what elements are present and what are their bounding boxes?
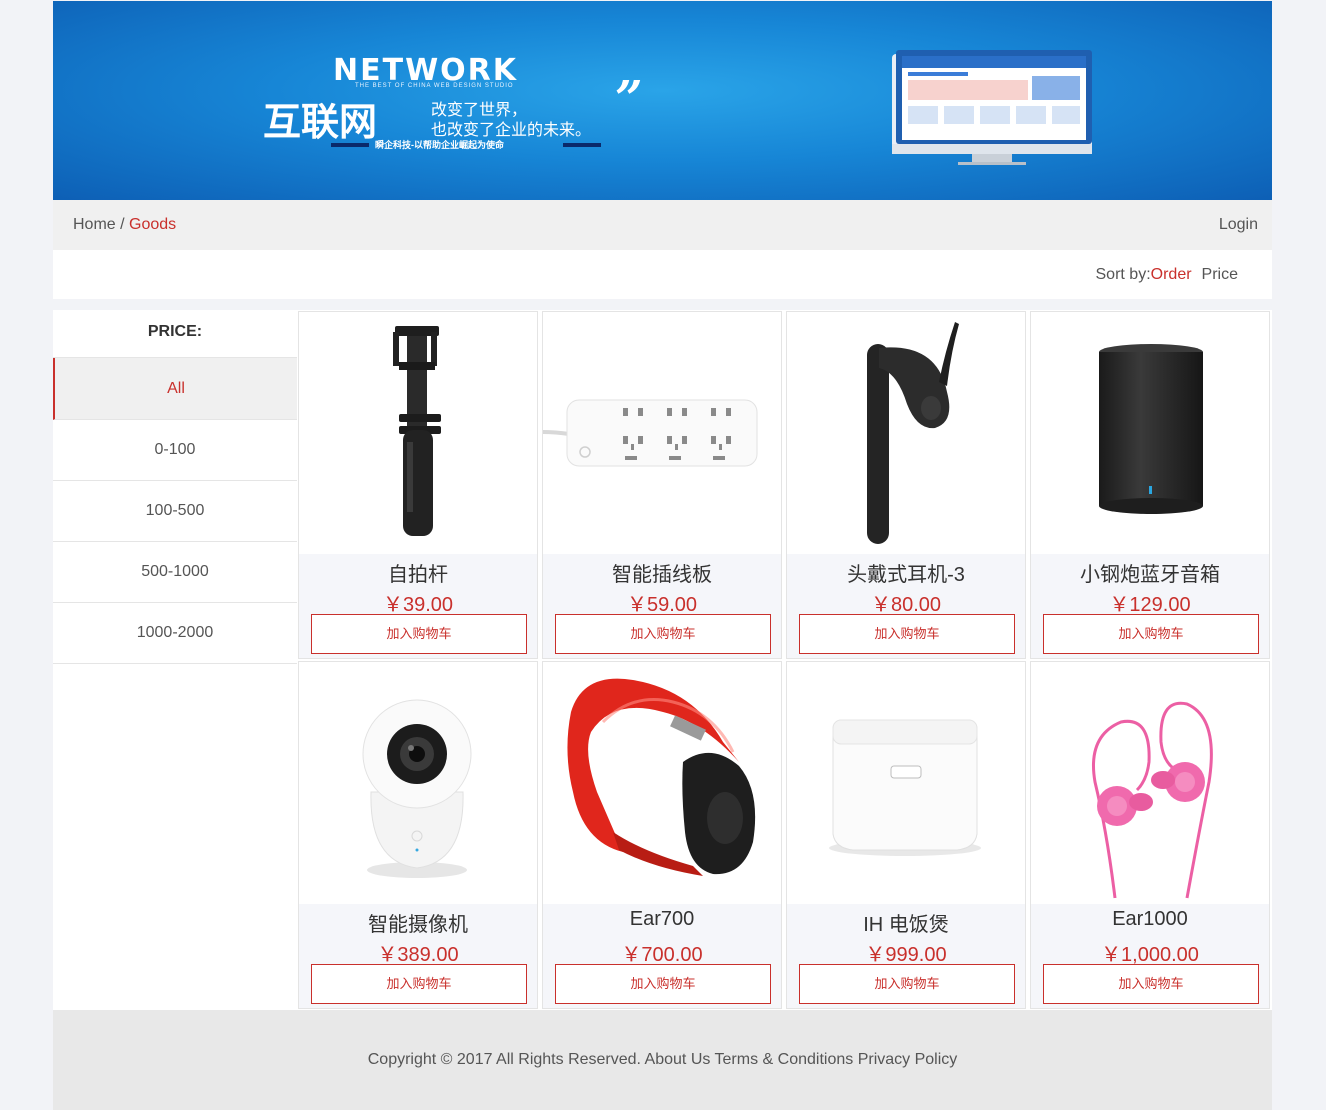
banner-tagline: 瞬企科技-以帮助企业崛起为使命: [375, 140, 504, 150]
breadcrumb: Home / Goods: [73, 216, 176, 234]
product-card[interactable]: 智能摄像机 ￥389.00 加入购物车: [298, 661, 538, 1009]
login-link[interactable]: Login: [1219, 216, 1258, 234]
product-image[interactable]: [787, 312, 1025, 554]
rice-cooker-icon: [829, 719, 981, 856]
add-to-cart-button[interactable]: 加入购物车: [555, 964, 771, 1004]
breadcrumb-home-link[interactable]: Home: [73, 216, 116, 233]
breadcrumb-bar: Home / Goods Login: [53, 200, 1272, 250]
sort-controls: Sort by:Order Price: [1096, 266, 1239, 284]
product-name: 小钢炮蓝牙音箱: [1080, 564, 1220, 586]
product-card[interactable]: Ear700 ￥700.00 加入购物车: [542, 661, 782, 1009]
price-filter-1000-2000[interactable]: 1000-2000: [53, 603, 297, 664]
product-card[interactable]: 头戴式耳机-3 ￥80.00 加入购物车: [786, 311, 1026, 659]
product-price: ￥39.00: [382, 594, 454, 616]
product-card[interactable]: 自拍杆 ￥39.00 加入购物车: [298, 311, 538, 659]
banner-divider-right: [563, 143, 601, 147]
product-image[interactable]: [543, 312, 781, 554]
camera-icon: [362, 699, 472, 878]
price-filter-0-100[interactable]: 0-100: [53, 420, 297, 481]
add-to-cart-button[interactable]: 加入购物车: [1043, 614, 1259, 654]
product-name: IH 电饭煲: [863, 914, 949, 936]
power-strip-icon: [543, 399, 758, 467]
sort-by-order[interactable]: Order: [1151, 266, 1192, 283]
product-price: ￥999.00: [865, 944, 947, 966]
banner-divider-left: [331, 143, 369, 147]
product-name: 自拍杆: [388, 564, 448, 586]
product-name: Ear1000: [1112, 908, 1188, 930]
product-name: 智能插线板: [612, 564, 712, 586]
footer-copyright: Copyright © 2017 All Rights Reserved. Ab…: [367, 1051, 958, 1068]
product-image[interactable]: [299, 662, 537, 904]
breadcrumb-separator: /: [115, 216, 130, 233]
product-card[interactable]: Ear1000 ￥1,000.00 加入购物车: [1030, 661, 1270, 1009]
price-filter-500-1000[interactable]: 500-1000: [53, 542, 297, 603]
product-card[interactable]: 智能插线板 ￥59.00 加入购物车: [542, 311, 782, 659]
add-to-cart-button[interactable]: 加入购物车: [799, 614, 1015, 654]
product-name: 头戴式耳机-3: [847, 564, 965, 586]
add-to-cart-button[interactable]: 加入购物车: [555, 614, 771, 654]
speaker-icon: [1099, 344, 1203, 514]
product-image[interactable]: [1031, 662, 1269, 904]
bluetooth-earpiece-icon: [867, 322, 959, 544]
footer: Copyright © 2017 All Rights Reserved. Ab…: [53, 1010, 1272, 1110]
breadcrumb-current: Goods: [129, 216, 177, 233]
earphones-icon: [1092, 701, 1213, 899]
product-image[interactable]: [299, 312, 537, 554]
add-to-cart-button[interactable]: 加入购物车: [1043, 964, 1259, 1004]
product-price: ￥59.00: [626, 594, 698, 616]
product-price: ￥700.00: [621, 944, 703, 966]
sort-bar: Sort by:Order Price: [53, 250, 1272, 299]
banner-quote-mark: ”: [615, 71, 643, 127]
banner-cn-line2: 也改变了企业的未来。: [431, 122, 592, 139]
price-filter-sidebar: PRICE: All 0-100 100-500 500-1000 1000-2…: [53, 310, 297, 1010]
monitor-illustration: [892, 50, 1092, 165]
hero-banner: NETWORK THE BEST OF CHINA WEB DESIGN STU…: [53, 1, 1272, 200]
banner-subline: THE BEST OF CHINA WEB DESIGN STUDIO: [355, 83, 514, 89]
product-price: ￥1,000.00: [1101, 944, 1199, 966]
product-price: ￥129.00: [1109, 594, 1191, 616]
price-filter-title: PRICE:: [53, 310, 297, 358]
add-to-cart-button[interactable]: 加入购物车: [799, 964, 1015, 1004]
selfie-stick-icon: [393, 326, 441, 536]
sort-label: Sort by:: [1095, 266, 1151, 283]
product-image[interactable]: [543, 662, 781, 904]
product-image[interactable]: [787, 662, 1025, 904]
price-filter-100-500[interactable]: 100-500: [53, 481, 297, 542]
add-to-cart-button[interactable]: 加入购物车: [311, 964, 527, 1004]
product-image[interactable]: [1031, 312, 1269, 554]
product-price: ￥80.00: [870, 594, 942, 616]
product-card[interactable]: IH 电饭煲 ￥999.00 加入购物车: [786, 661, 1026, 1009]
banner-cn-title: 互联网: [263, 100, 378, 144]
product-price: ￥389.00: [377, 944, 459, 966]
product-name: Ear700: [629, 908, 695, 930]
product-name: 智能摄像机: [368, 914, 468, 936]
sort-by-price[interactable]: Price: [1202, 266, 1238, 283]
add-to-cart-button[interactable]: 加入购物车: [311, 614, 527, 654]
product-card[interactable]: 小钢炮蓝牙音箱 ￥129.00 加入购物车: [1030, 311, 1270, 659]
headphones-icon: [567, 678, 756, 876]
price-filter-all[interactable]: All: [53, 358, 297, 420]
product-grid: 自拍杆 ￥39.00 加入购物车 智能插线板 ￥59.00 加入购物车 头戴式耳…: [297, 310, 1272, 1010]
